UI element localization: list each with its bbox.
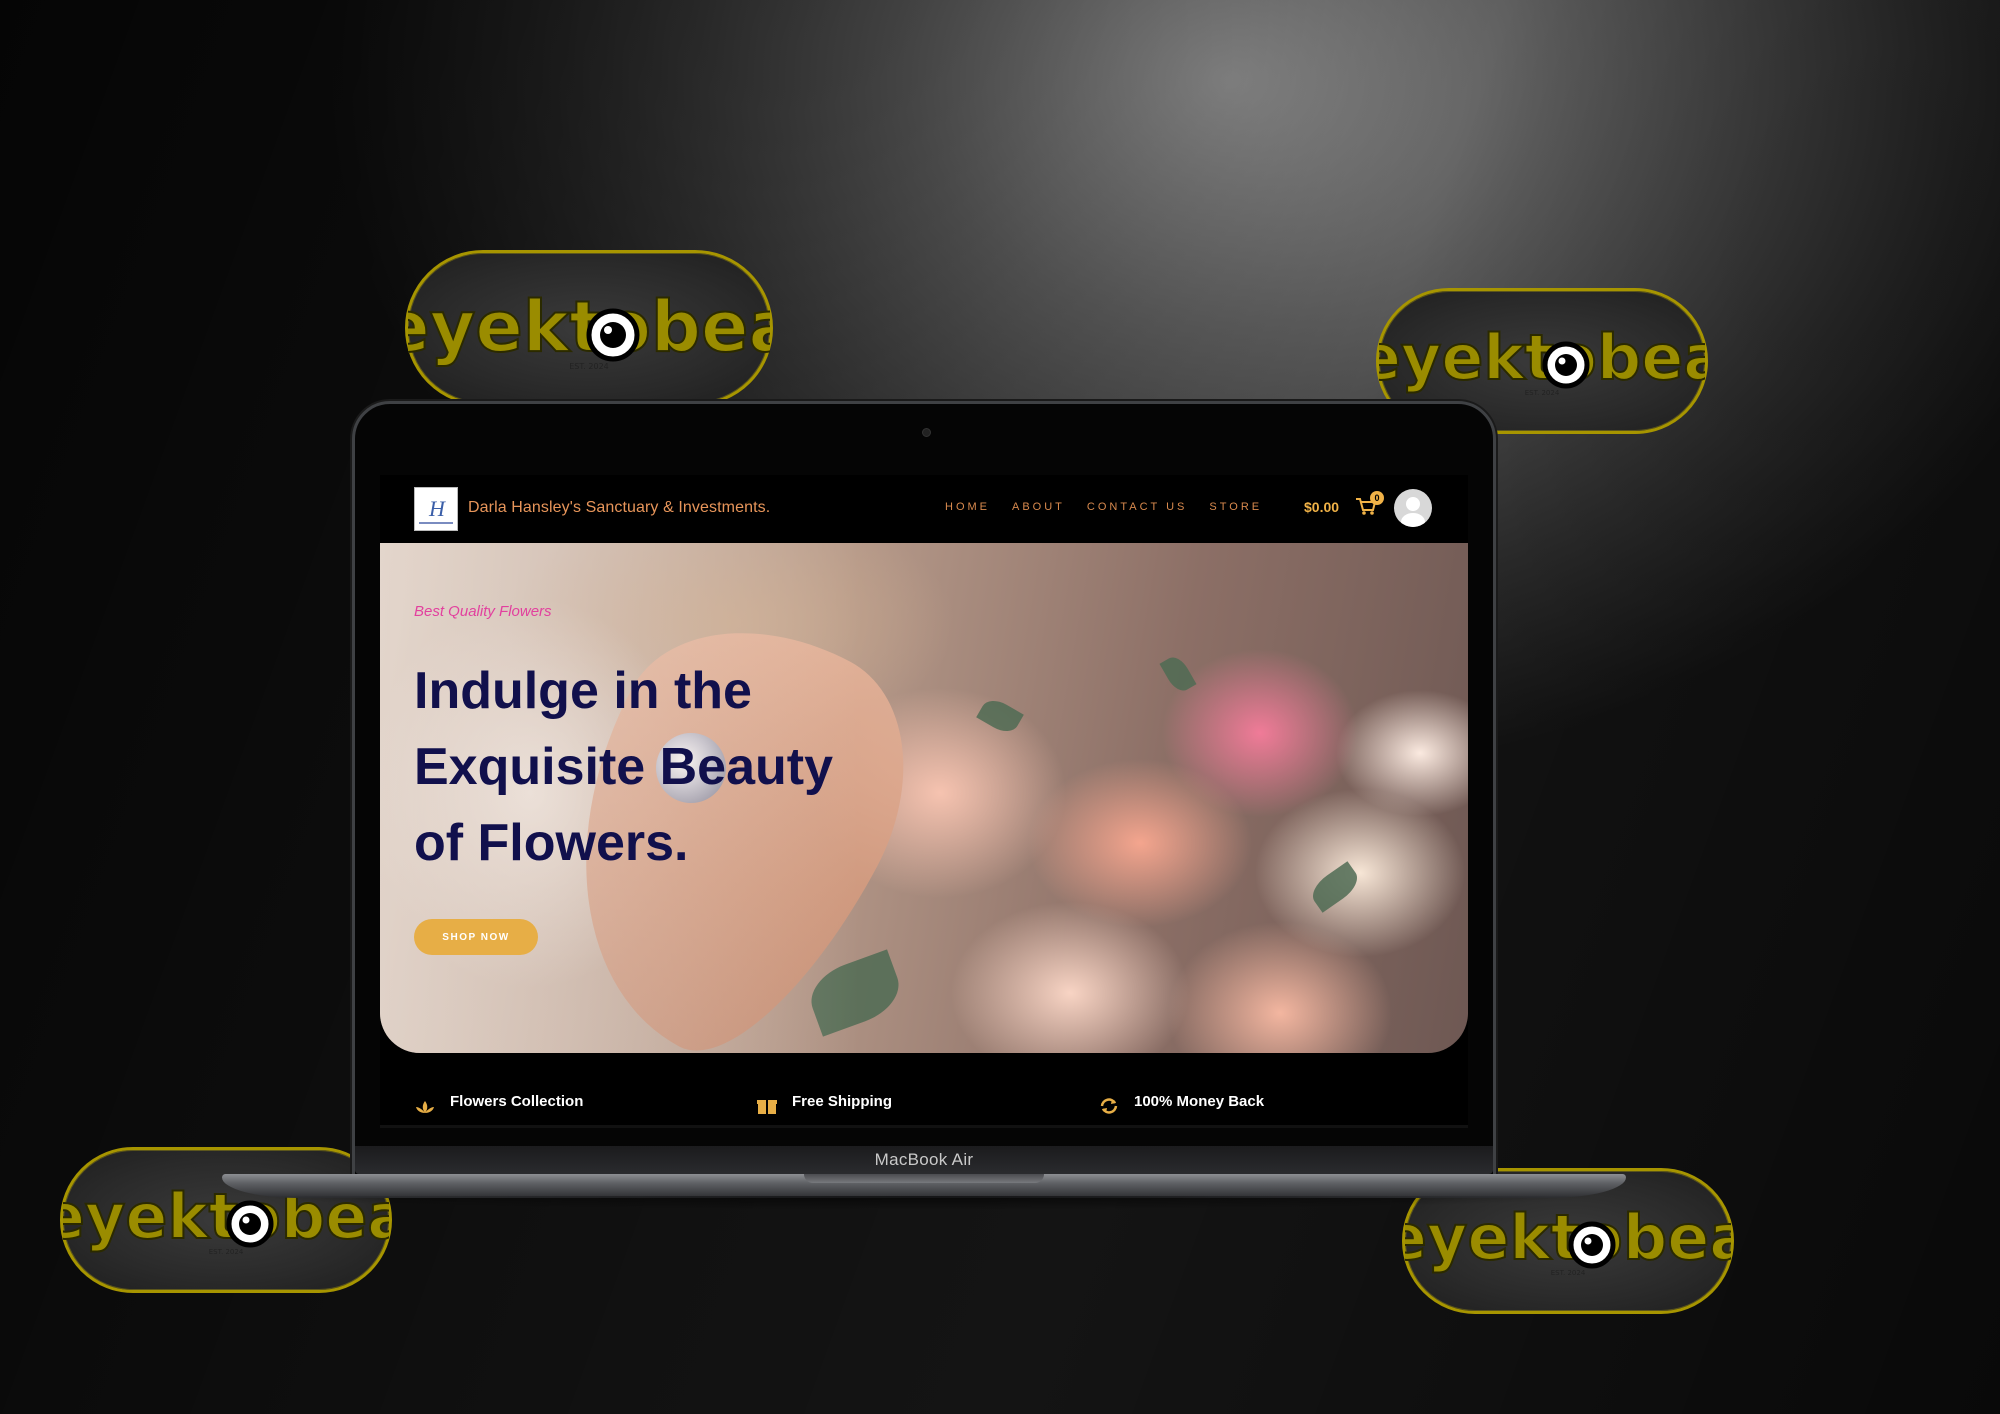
refresh-icon bbox=[1100, 1098, 1118, 1114]
features-bar: Flowers Collection Free Shipping 100% Mo… bbox=[380, 1053, 1468, 1128]
hero-title-line: Exquisite Beauty bbox=[414, 738, 834, 796]
nav-home[interactable]: HOME bbox=[945, 501, 990, 513]
site-logo-letter: H bbox=[429, 496, 445, 521]
hero-leaf bbox=[1159, 652, 1197, 696]
watermark-wordmark: eyektobea bbox=[1405, 1201, 1731, 1274]
feature-label: Free Shipping bbox=[792, 1093, 893, 1110]
watermark-tagline: EST. 2024 bbox=[569, 362, 609, 371]
watermark-wordmark: eyektobea bbox=[1379, 321, 1705, 394]
website-screen: H Darla Hansley's Sanctuary & Investment… bbox=[380, 475, 1468, 1128]
hero-title-line: of Flowers. bbox=[414, 814, 689, 872]
screen-bottom-edge bbox=[380, 1125, 1468, 1128]
watermark-logo-art: eyektobea EST. 2024 bbox=[408, 285, 770, 371]
hero-leaf bbox=[976, 694, 1024, 738]
nav-store[interactable]: STORE bbox=[1209, 501, 1262, 513]
gift-box-icon bbox=[757, 1100, 777, 1114]
hero-banner: Best Quality Flowers Indulge in the Exqu… bbox=[380, 543, 1468, 1053]
shop-now-button[interactable]: SHOP NOW bbox=[414, 919, 538, 955]
camera-icon bbox=[922, 428, 931, 437]
hero-title-line: Indulge in the bbox=[414, 662, 752, 720]
user-icon bbox=[1401, 497, 1425, 527]
site-brand-name[interactable]: Darla Hansley's Sanctuary & Investments. bbox=[468, 499, 770, 517]
feature-label: Flowers Collection bbox=[450, 1093, 584, 1110]
site-logo[interactable]: H bbox=[414, 487, 458, 531]
nav-about[interactable]: ABOUT bbox=[1012, 501, 1065, 513]
laptop-chin: MacBook Air bbox=[355, 1146, 1493, 1174]
site-header: H Darla Hansley's Sanctuary & Investment… bbox=[380, 475, 1468, 543]
user-avatar[interactable] bbox=[1394, 489, 1432, 527]
watermark-tagline: EST. 2024 bbox=[1525, 389, 1560, 397]
main-nav: HOME ABOUT CONTACT US STORE bbox=[945, 501, 1284, 513]
laptop-notch bbox=[804, 1174, 1044, 1183]
site-logo-underline bbox=[419, 522, 453, 524]
nav-contact-us[interactable]: CONTACT US bbox=[1087, 501, 1188, 513]
hero-title: Indulge in the Exquisite Beauty of Flowe… bbox=[414, 653, 934, 881]
device-model-label: MacBook Air bbox=[874, 1150, 974, 1169]
watermark-tagline: EST. 2024 bbox=[209, 1248, 244, 1256]
flower-icon bbox=[416, 1101, 434, 1113]
laptop-shadow bbox=[240, 1196, 1610, 1210]
hero-leaf bbox=[1306, 861, 1364, 913]
hero-tagline: Best Quality Flowers bbox=[414, 603, 552, 620]
feature-label: 100% Money Back bbox=[1134, 1093, 1265, 1110]
watermark-logo-top-left: eyektobea EST. 2024 bbox=[405, 250, 773, 406]
watermark-tagline: EST. 2024 bbox=[1551, 1269, 1586, 1277]
cart-count-badge: 0 bbox=[1370, 491, 1384, 505]
watermark-logo-art: eyektobea EST. 2024 bbox=[63, 1179, 389, 1256]
cart-total[interactable]: $0.00 bbox=[1304, 499, 1339, 515]
watermark-logo-bottom-left: eyektobea EST. 2024 bbox=[60, 1147, 392, 1293]
